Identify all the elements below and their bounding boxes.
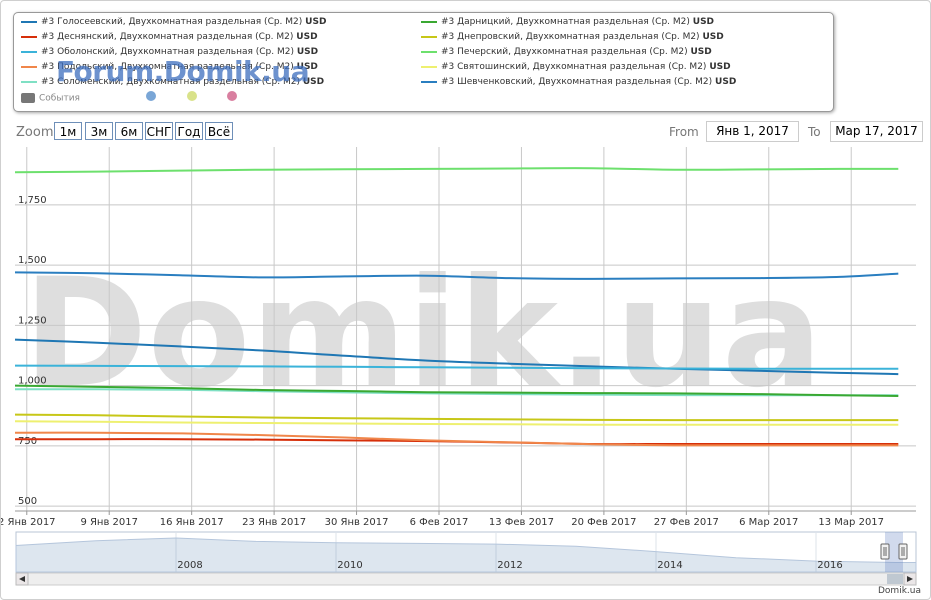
x-tick-label: 27 Фев 2017 (654, 517, 719, 528)
event-marker-icon[interactable] (227, 91, 237, 101)
from-label: From (669, 125, 699, 139)
series-name: #3 Голосеевский, Двухкомнатная раздельна… (41, 17, 303, 27)
y-tick-label: 1,750 (18, 195, 47, 206)
events-icon (21, 93, 35, 103)
series-name: #3 Печерский, Двухкомнатная раздельная (… (441, 47, 688, 57)
zoom-6m-button[interactable]: 6м (115, 122, 143, 140)
scrollbar-thumb[interactable] (887, 574, 903, 584)
x-tick-label: 6 Фев 2017 (410, 517, 469, 528)
navigator-year-label: 2016 (817, 560, 842, 571)
x-tick-label: 20 Фев 2017 (571, 517, 636, 528)
navigator-handle[interactable] (898, 543, 908, 560)
x-tick-label: 6 Мар 2017 (739, 517, 798, 528)
series-name: #3 Шевченковский, Двухкомнатная раздельн… (441, 77, 713, 87)
legend-item-series[interactable]: #3 Дарницкий, Двухкомнатная раздельная (… (421, 17, 714, 31)
zoom-1m-button[interactable]: 1м (54, 122, 82, 140)
series-swatch (21, 35, 37, 38)
legend-item-series[interactable]: #3 Святошинский, Двухкомнатная раздельна… (421, 62, 731, 76)
series-name: #3 Святошинский, Двухкомнатная раздельна… (441, 62, 707, 72)
to-label: To (808, 125, 821, 139)
series-swatch (21, 65, 37, 68)
y-tick-label: 750 (18, 436, 37, 447)
scroll-left-button[interactable] (15, 572, 29, 586)
navigator-year-label: 2010 (337, 560, 362, 571)
scroll-right-button[interactable] (903, 572, 917, 586)
forum-watermark: Forum.Domik.ua (56, 55, 310, 88)
series-swatch (421, 20, 437, 23)
event-marker-icon[interactable] (187, 91, 197, 101)
zoom-1y-button[interactable]: Год (175, 122, 203, 140)
series-name: #3 Деснянский, Двухкомнатная раздельная … (41, 32, 294, 42)
to-date-input[interactable]: Мар 17, 2017 (830, 121, 923, 142)
legend: #3 Голосеевский, Двухкомнатная раздельна… (13, 12, 834, 112)
zoom-3m-button[interactable]: 3м (85, 122, 113, 140)
series-unit: USD (296, 32, 318, 42)
series-swatch (421, 35, 437, 38)
zoom-all-button[interactable]: Всё (205, 122, 233, 140)
series-swatch (421, 80, 437, 83)
y-tick-label: 1,500 (18, 255, 47, 266)
from-date-input[interactable]: Янв 1, 2017 (706, 121, 799, 142)
x-tick-label: 30 Янв 2017 (325, 517, 389, 528)
series-unit: USD (702, 32, 724, 42)
legend-item-events[interactable]: События (21, 93, 80, 104)
series-line[interactable] (14, 420, 899, 426)
x-tick-label: 23 Янв 2017 (242, 517, 306, 528)
legend-item-series[interactable]: #3 Голосеевский, Двухкомнатная раздельна… (21, 17, 326, 31)
credit-label: Domik.ua (878, 586, 921, 596)
x-tick-label: 13 Фев 2017 (489, 517, 554, 528)
series-swatch (421, 65, 437, 68)
navigator-year-label: 2014 (657, 560, 682, 571)
zoom-ytd-button[interactable]: СНГ (145, 122, 173, 140)
series-unit: USD (715, 77, 737, 87)
series-swatch (21, 50, 37, 53)
series-name: #3 Дарницкий, Двухкомнатная раздельная (… (441, 17, 690, 27)
y-tick-label: 1,250 (18, 315, 47, 326)
series-swatch (421, 50, 437, 53)
navigator-year-label: 2012 (497, 560, 522, 571)
series-unit: USD (305, 17, 327, 27)
legend-item-series[interactable]: #3 Днепровский, Двухкомнатная раздельная… (421, 32, 724, 46)
series-unit: USD (692, 17, 715, 27)
legend-item-series[interactable]: #3 Печерский, Двухкомнатная раздельная (… (421, 47, 712, 61)
navigator-handle[interactable] (880, 543, 890, 560)
x-tick-label: 16 Янв 2017 (160, 517, 224, 528)
series-swatch (21, 20, 37, 23)
navigator-year-label: 2008 (177, 560, 202, 571)
x-tick-label: 13 Мар 2017 (818, 517, 884, 528)
x-tick-label: 2 Янв 2017 (1, 517, 56, 528)
series-swatch (21, 80, 37, 83)
y-tick-label: 500 (18, 496, 37, 507)
series-unit: USD (690, 47, 712, 57)
series-unit: USD (709, 62, 731, 72)
event-marker-icon[interactable] (146, 91, 156, 101)
legend-item-series[interactable]: #3 Шевченковский, Двухкомнатная раздельн… (421, 77, 736, 91)
chart-container: Domik.ua 500 750 1,000 1,250 1,500 1,750 2 Ян… (0, 0, 931, 600)
legend-item-series[interactable]: #3 Деснянский, Двухкомнатная раздельная … (21, 32, 318, 46)
x-axis-ticks: 2 Янв 2017 9 Янв 2017 16 Янв 2017 23 Янв 20… (1, 510, 916, 528)
series-name: #3 Днепровский, Двухкомнатная раздельная… (441, 32, 700, 42)
events-label: События (39, 93, 80, 104)
series-line[interactable] (14, 167, 899, 174)
navigator[interactable]: 2008 2010 2012 2014 2016 (15, 531, 917, 586)
zoom-label: Zoom (16, 125, 54, 140)
scrollbar-track[interactable] (15, 572, 917, 586)
x-tick-label: 9 Янв 2017 (80, 517, 138, 528)
